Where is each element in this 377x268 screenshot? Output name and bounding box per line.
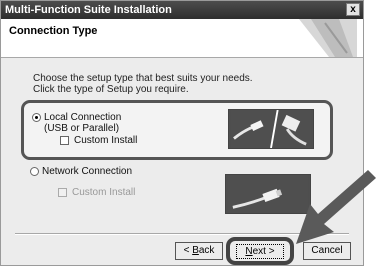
local-connection-radio[interactable]: [32, 113, 41, 122]
usb-parallel-cable-icon: [228, 109, 314, 149]
instruction-line-1: Choose the setup type that best suits yo…: [33, 73, 253, 84]
close-icon: x: [350, 4, 356, 15]
local-connection-group: Local Connection (USB or Parallel) Custo…: [21, 100, 333, 160]
back-button[interactable]: < Back: [175, 242, 223, 260]
local-custom-install-checkbox[interactable]: [60, 136, 69, 145]
local-custom-install-label[interactable]: Custom Install: [74, 135, 137, 146]
network-connection-label[interactable]: Network Connection: [42, 166, 132, 177]
pointer-arrow-icon: [296, 170, 376, 244]
close-button[interactable]: x: [346, 3, 360, 16]
wizard-header-graphic-icon: [299, 19, 357, 57]
wizard-header: Connection Type: [1, 19, 363, 58]
page-title: Connection Type: [9, 25, 98, 37]
network-connection-radio[interactable]: [30, 167, 39, 176]
title-bar[interactable]: Multi-Function Suite Installation x: [1, 1, 363, 19]
local-connection-label[interactable]: Local Connection (USB or Parallel): [44, 112, 121, 134]
network-custom-install-label: Custom Install: [72, 187, 136, 198]
setup-instructions: Choose the setup type that best suits yo…: [33, 73, 253, 95]
local-connection-title: Local Connection: [44, 112, 122, 123]
local-connection-subtitle: (USB or Parallel): [44, 123, 120, 134]
window-title: Multi-Function Suite Installation: [5, 4, 172, 16]
instruction-line-2: Click the type of Setup you require.: [33, 84, 189, 95]
network-custom-install-checkbox[interactable]: [58, 188, 67, 197]
